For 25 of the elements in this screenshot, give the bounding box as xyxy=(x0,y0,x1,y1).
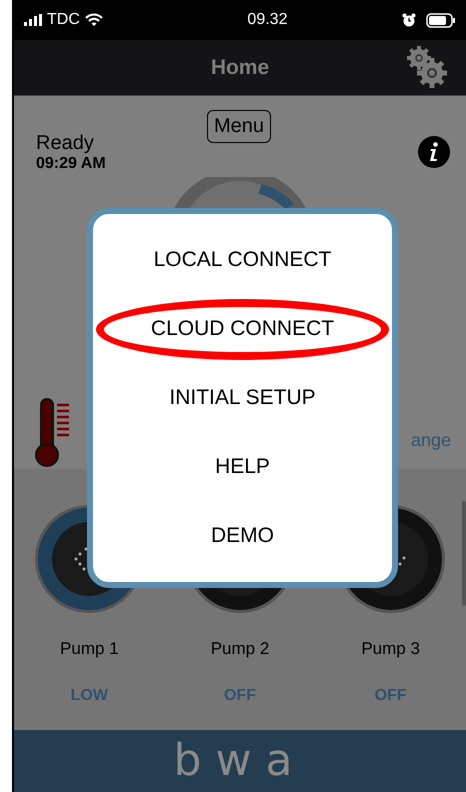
info-icon[interactable] xyxy=(418,136,450,168)
menu-option[interactable]: LOCAL CONNECT xyxy=(154,248,332,272)
menu-button[interactable]: Menu xyxy=(207,110,272,143)
page-title: Home xyxy=(210,56,270,80)
wifi-icon xyxy=(84,13,103,27)
pump-status: LOW xyxy=(70,687,108,705)
pump-status: OFF xyxy=(224,687,256,705)
signal-icon xyxy=(24,14,42,26)
status-time: 09:29 AM xyxy=(36,155,107,173)
menu-option[interactable]: HELP xyxy=(215,455,270,479)
carrier-name: TDC xyxy=(47,11,80,29)
brand-logo: bwa xyxy=(174,739,306,783)
menu-option[interactable]: CLOUD CONNECT xyxy=(150,317,334,341)
menu-option[interactable]: DEMO xyxy=(211,524,274,548)
pump-label: Pump 2 xyxy=(210,639,270,659)
battery-icon xyxy=(426,12,456,28)
range-label: ange xyxy=(410,430,451,451)
pump-label: Pump 1 xyxy=(60,639,119,659)
settings-icon[interactable] xyxy=(404,44,450,90)
pump-label: Pump 3 xyxy=(361,639,420,659)
menu-option[interactable]: INITIAL SETUP xyxy=(169,386,316,410)
clock-time: 09.32 xyxy=(247,11,288,29)
alarm-icon xyxy=(402,13,416,27)
status-text: Ready xyxy=(36,132,95,155)
pump-status: OFF xyxy=(374,687,407,705)
